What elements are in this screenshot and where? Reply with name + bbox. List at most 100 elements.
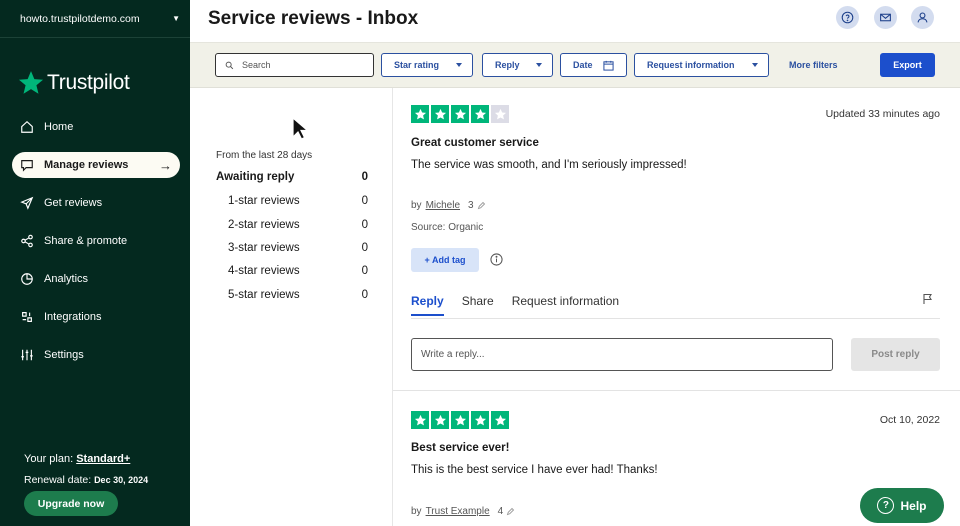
- help-circle-icon[interactable]: [836, 6, 859, 29]
- period-label: From the last 28 days: [216, 150, 313, 161]
- star-rating-filter[interactable]: Star rating: [381, 53, 473, 77]
- star-filter-row[interactable]: 1-star reviews 0: [228, 195, 368, 207]
- star-filled-icon: [491, 411, 509, 429]
- plan-label: Your plan:: [24, 453, 74, 465]
- chevron-down-icon: ▼: [172, 14, 180, 23]
- by-label: by: [411, 200, 422, 211]
- sidebar-item-share-promote[interactable]: Share & promote: [12, 228, 180, 254]
- trustpilot-logo[interactable]: Trustpilot: [0, 38, 190, 116]
- awaiting-reply-row[interactable]: Awaiting reply 0: [216, 171, 368, 183]
- sidebar-item-label: Manage reviews: [44, 159, 129, 171]
- logo-text: Trustpilot: [47, 71, 130, 94]
- mouse-cursor-icon: [292, 117, 308, 140]
- add-tag-button[interactable]: + Add tag: [411, 248, 479, 272]
- author-link[interactable]: Michele: [426, 200, 460, 211]
- more-filters-link[interactable]: More filters: [789, 60, 838, 70]
- author-link[interactable]: Trust Example: [426, 506, 490, 517]
- star-empty-icon: [491, 105, 509, 123]
- sidebar-item-label: Get reviews: [44, 197, 103, 209]
- home-icon: [20, 120, 34, 134]
- sidebar-item-manage-reviews[interactable]: Manage reviews →: [12, 152, 180, 178]
- sidebar: howto.trustpilotdemo.com ▼ Trustpilot Ho…: [0, 0, 190, 526]
- plan-name-link[interactable]: Standard+: [76, 453, 130, 465]
- review-source: Source: Organic: [411, 222, 484, 233]
- row-label: 5-star reviews: [228, 289, 300, 301]
- send-icon: [20, 196, 34, 210]
- tab-reply[interactable]: Reply: [411, 294, 444, 316]
- star-filter-row[interactable]: 4-star reviews 0: [228, 265, 368, 277]
- reply-filter[interactable]: Reply: [482, 53, 553, 77]
- row-label: 4-star reviews: [228, 265, 300, 277]
- review-byline: by Trust Example 4: [411, 506, 515, 517]
- help-label: Help: [900, 498, 927, 513]
- sidebar-item-home[interactable]: Home: [12, 114, 180, 140]
- summary-panel: From the last 28 days Awaiting reply 0 1…: [190, 88, 393, 526]
- awaiting-label: Awaiting reply: [216, 171, 295, 183]
- search-icon: [225, 61, 234, 69]
- review-body: The service was smooth, and I'm seriousl…: [411, 159, 687, 171]
- page-title: Service reviews - Inbox: [208, 8, 419, 29]
- review-byline: by Michele 3: [411, 200, 486, 211]
- calendar-icon: [603, 60, 614, 71]
- request-information-filter[interactable]: Request information: [634, 53, 769, 77]
- review-title: Great customer service: [411, 137, 539, 149]
- filter-bar: Search Star rating Reply Date Request in…: [190, 42, 960, 88]
- arrow-right-icon: →: [159, 157, 172, 173]
- filter-label: Reply: [495, 60, 520, 70]
- tab-divider: [411, 318, 940, 319]
- user-icon[interactable]: [911, 6, 934, 29]
- share-icon: [20, 234, 34, 248]
- date-filter[interactable]: Date: [560, 53, 627, 77]
- tab-request-information[interactable]: Request information: [512, 294, 619, 316]
- awaiting-count: 0: [361, 171, 368, 183]
- star-filter-row[interactable]: 3-star reviews 0: [228, 242, 368, 254]
- info-icon[interactable]: [490, 253, 503, 266]
- review-card: Updated 33 minutes ago Great customer se…: [393, 88, 960, 391]
- star-filter-row[interactable]: 5-star reviews 0: [228, 289, 368, 301]
- star-rating: [411, 105, 509, 123]
- renewal-date: Dec 30, 2024: [94, 475, 149, 485]
- star-filled-icon: [411, 411, 429, 429]
- export-button[interactable]: Export: [880, 53, 935, 77]
- pencil-icon: [507, 507, 515, 516]
- caret-down-icon: [536, 63, 542, 67]
- search-placeholder: Search: [242, 60, 271, 70]
- tab-share[interactable]: Share: [462, 294, 494, 316]
- sliders-icon: [20, 348, 34, 362]
- caret-down-icon: [456, 63, 462, 67]
- renewal-info: Renewal date: Dec 30, 2024: [24, 474, 148, 486]
- flag-icon[interactable]: [922, 293, 934, 305]
- chat-bubble-icon: [20, 158, 34, 172]
- star-filled-icon: [471, 411, 489, 429]
- sidebar-item-integrations[interactable]: Integrations: [12, 304, 180, 330]
- star-filled-icon: [431, 411, 449, 429]
- help-button[interactable]: ? Help: [860, 488, 944, 523]
- sidebar-item-get-reviews[interactable]: Get reviews: [12, 190, 180, 216]
- sidebar-item-label: Share & promote: [44, 235, 128, 247]
- row-count: 0: [361, 242, 368, 254]
- pie-chart-icon: [20, 272, 34, 286]
- star-filled-icon: [471, 105, 489, 123]
- domain-switcher[interactable]: howto.trustpilotdemo.com ▼: [0, 0, 190, 38]
- row-count: 0: [361, 265, 368, 277]
- caret-down-icon: [752, 63, 758, 67]
- mail-icon[interactable]: [874, 6, 897, 29]
- sidebar-item-analytics[interactable]: Analytics: [12, 266, 180, 292]
- row-label: 3-star reviews: [228, 242, 300, 254]
- sidebar-item-label: Home: [44, 121, 74, 133]
- search-input[interactable]: Search: [215, 53, 374, 77]
- integrations-icon: [20, 310, 34, 324]
- question-icon: ?: [877, 497, 895, 514]
- by-label: by: [411, 506, 422, 517]
- review-date: Updated 33 minutes ago: [825, 108, 940, 120]
- upgrade-now-button[interactable]: Upgrade now: [24, 491, 118, 516]
- star-filled-icon: [451, 411, 469, 429]
- domain-label: howto.trustpilotdemo.com: [20, 12, 140, 25]
- star-filter-row[interactable]: 2-star reviews 0: [228, 219, 368, 231]
- post-reply-button[interactable]: Post reply: [851, 338, 940, 371]
- reply-input[interactable]: Write a reply...: [411, 338, 833, 371]
- row-count: 0: [361, 289, 368, 301]
- review-date: Oct 10, 2022: [879, 414, 940, 426]
- sidebar-item-settings[interactable]: Settings: [12, 342, 180, 368]
- renewal-label: Renewal date:: [24, 474, 92, 486]
